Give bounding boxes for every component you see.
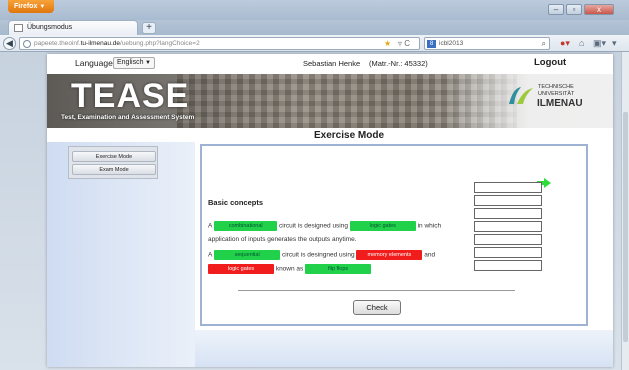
addon-icon[interactable]: ●▾ bbox=[560, 38, 570, 49]
logout-link[interactable]: Logout bbox=[534, 57, 566, 68]
university-logo-icon bbox=[509, 87, 533, 104]
close-window-button[interactable]: x bbox=[584, 4, 614, 15]
bookmarks-menu-icon[interactable]: ▣▾ bbox=[593, 38, 606, 49]
sentence-line-2: application of inputs generates the outp… bbox=[208, 236, 357, 243]
sentence-text: circuit is desingned using bbox=[281, 251, 355, 259]
sentence-text: circuit is designed using bbox=[278, 222, 348, 230]
answer-slot[interactable] bbox=[474, 208, 542, 219]
language-value: Englisch bbox=[117, 59, 144, 66]
answer-slots bbox=[474, 182, 542, 273]
answer-slot[interactable] bbox=[474, 247, 542, 258]
university-name: ILMENAU bbox=[537, 98, 583, 109]
language-select[interactable]: Englisch ▼ bbox=[113, 57, 155, 69]
page-icon bbox=[14, 24, 23, 32]
url-host: tu-ilmenau.de bbox=[80, 40, 121, 47]
sentence-line-1: A combinational circuit is designed usin… bbox=[208, 221, 441, 231]
search-icon[interactable]: ⌕ bbox=[542, 38, 546, 49]
new-tab-button[interactable]: + bbox=[142, 22, 156, 34]
bookmark-star-icon[interactable]: ★ bbox=[384, 38, 391, 49]
globe-icon bbox=[23, 40, 31, 48]
chevron-down-icon: ▼ bbox=[145, 60, 151, 66]
vertical-scrollbar[interactable] bbox=[621, 52, 629, 370]
section-title: Basic concepts bbox=[208, 198, 264, 207]
drag-chip-sequential[interactable]: sequential bbox=[214, 250, 281, 260]
tease-site: Language: Englisch ▼ Sebastian Henke (Ma… bbox=[47, 54, 613, 367]
brand-subtitle: Test, Examination and Assessment System bbox=[61, 114, 195, 121]
drag-chip-flip-flops[interactable]: flip flops bbox=[305, 264, 372, 274]
bottom-background bbox=[195, 330, 613, 367]
google-icon[interactable]: 8 bbox=[427, 40, 436, 48]
university-line1: TECHNISCHE bbox=[538, 84, 574, 90]
mode-sidebar: Exercise Mode Exam Mode bbox=[68, 146, 158, 179]
divider bbox=[238, 290, 515, 291]
sentence-text: and bbox=[424, 251, 436, 259]
url-prefix: papeete.theoinf. bbox=[34, 40, 81, 47]
tab-uebungsmodus[interactable]: Übungsmodus bbox=[8, 20, 138, 35]
extension-icon[interactable]: ▾ bbox=[612, 38, 617, 49]
sidebar-item-exam-mode[interactable]: Exam Mode bbox=[72, 164, 156, 175]
drag-chip-logic-gates[interactable]: logic gates bbox=[349, 221, 416, 231]
sidebar-item-exercise-mode[interactable]: Exercise Mode bbox=[72, 151, 156, 162]
reload-icon[interactable]: ▿ C bbox=[398, 38, 410, 49]
home-icon[interactable]: ⌂ bbox=[579, 38, 584, 48]
page-header: Exercise Mode bbox=[47, 130, 613, 142]
brand-logo: TEASE bbox=[71, 77, 190, 115]
drag-chip-memory-elements[interactable]: memory elements bbox=[356, 250, 423, 260]
page-title: Exercise Mode bbox=[314, 130, 385, 141]
drag-chip-combinational[interactable]: combinational bbox=[214, 221, 278, 231]
navigation-bar: ◀ papeete.theoinf.tu-ilmenau.de/uebung.p… bbox=[0, 35, 629, 52]
search-bar[interactable]: 8 icbl2013 ⌕ bbox=[424, 37, 550, 50]
sentence-text: A bbox=[208, 251, 213, 259]
answer-slot[interactable] bbox=[474, 234, 542, 245]
sentence-line-3: A sequential circuit is desingned using … bbox=[208, 250, 435, 260]
sentence-text: known as bbox=[275, 265, 304, 273]
answer-slot[interactable] bbox=[474, 221, 542, 232]
site-banner: TEASE Test, Examination and Assessment S… bbox=[47, 74, 613, 128]
firefox-menu-button[interactable]: Firefox ▼ bbox=[8, 0, 54, 13]
chevron-down-icon: ▼ bbox=[39, 4, 46, 10]
matriculation-number: (Matr.-Nr.: 45332) bbox=[369, 59, 428, 68]
sentence-text: A bbox=[208, 222, 213, 230]
window-titlebar: Firefox ▼ – ▫ x bbox=[0, 0, 629, 20]
language-label: Language: bbox=[75, 58, 116, 68]
sentence-text: in which bbox=[417, 222, 442, 230]
sentence-line-4: logic gates known as flip flops bbox=[208, 264, 372, 274]
drag-chip-logic-gates[interactable]: logic gates bbox=[208, 264, 274, 274]
site-topbar: Language: Englisch ▼ Sebastian Henke (Ma… bbox=[47, 54, 613, 74]
exercise-panel: Basic concepts A combinational circuit i… bbox=[200, 144, 588, 326]
maximize-button[interactable]: ▫ bbox=[566, 4, 582, 15]
minimize-button[interactable]: – bbox=[548, 4, 564, 15]
check-button[interactable]: Check bbox=[353, 300, 401, 315]
university-line2: UNIVERSITÄT bbox=[538, 90, 575, 97]
search-text: icbl2013 bbox=[439, 40, 464, 47]
url-path: /uebung.php?langChoice=2 bbox=[120, 40, 200, 47]
tab-title: Übungsmodus bbox=[27, 24, 73, 31]
scrollbar-thumb[interactable] bbox=[623, 112, 628, 342]
sentence-text: application of inputs generates the outp… bbox=[208, 236, 357, 243]
url-bar[interactable]: papeete.theoinf.tu-ilmenau.de/uebung.php… bbox=[19, 37, 420, 50]
back-button[interactable]: ◀ bbox=[3, 37, 16, 50]
answer-slot[interactable] bbox=[474, 260, 542, 271]
answer-slot[interactable] bbox=[474, 182, 542, 193]
university-line: TECHNISCHE UNIVERSITÄT bbox=[538, 84, 574, 97]
answer-slot[interactable] bbox=[474, 195, 542, 206]
user-name: Sebastian Henke bbox=[303, 59, 361, 68]
